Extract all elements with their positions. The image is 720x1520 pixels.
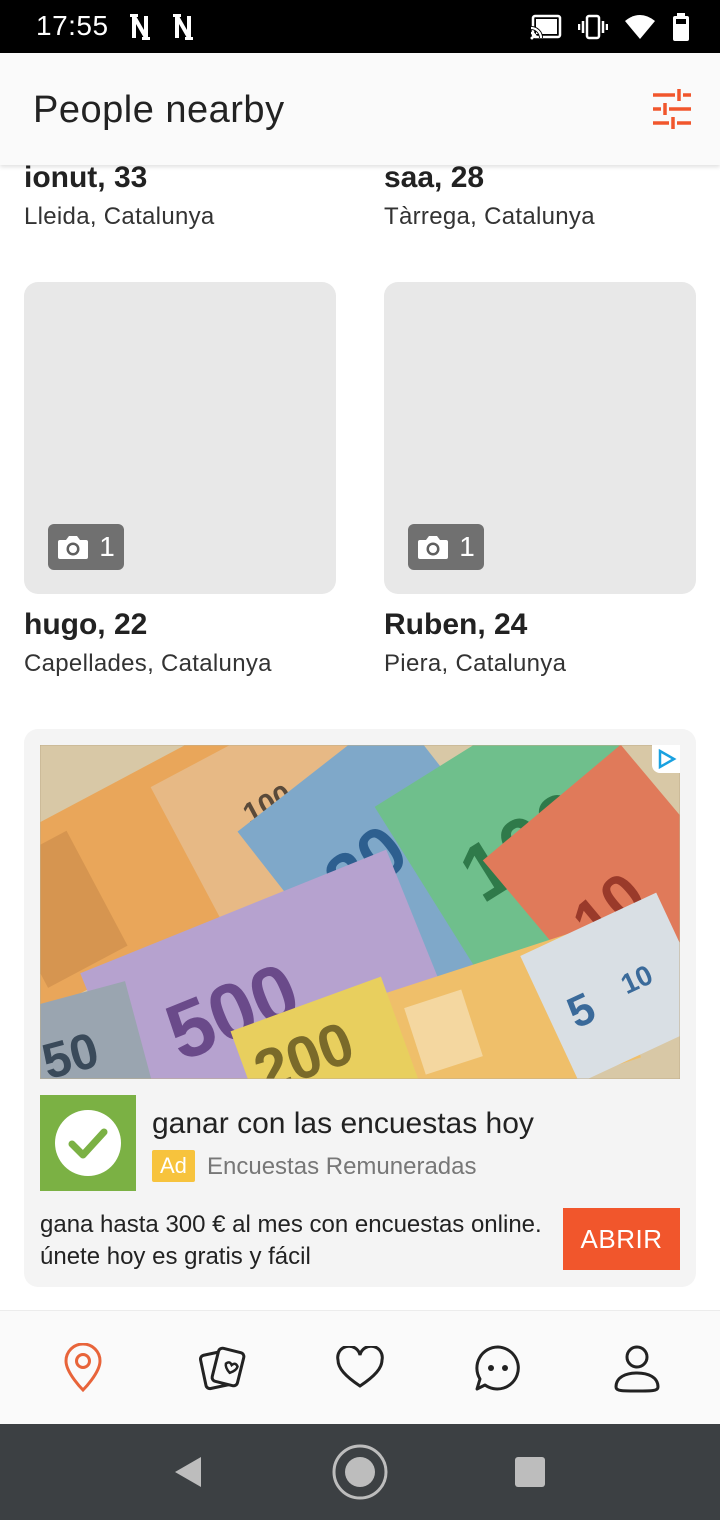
- ad-advertiser-logo[interactable]: [40, 1095, 136, 1191]
- back-triangle-icon: [175, 1457, 201, 1487]
- nav-messages[interactable]: [458, 1328, 538, 1408]
- checkmark-icon: [55, 1110, 121, 1176]
- euro-banknotes-image: 100 20 100 10 500 50 510 200: [40, 745, 680, 1079]
- cast-icon: [530, 14, 562, 40]
- photo-count: 1: [459, 531, 475, 562]
- notification-n-icon: [130, 14, 150, 40]
- person-location: Capellades, Catalunya: [24, 650, 272, 677]
- profile-photo-card[interactable]: 1: [24, 282, 336, 594]
- person-name[interactable]: saa, 28: [384, 165, 484, 195]
- photo-count: 1: [99, 531, 115, 562]
- bottom-navigation: [0, 1310, 720, 1424]
- person-location: Lleida, Catalunya: [24, 203, 215, 230]
- notification-n-icon: [173, 14, 193, 40]
- battery-icon: [673, 13, 689, 41]
- nav-likes[interactable]: [320, 1328, 400, 1408]
- ad-title[interactable]: ganar con las encuestas hoy: [152, 1107, 534, 1141]
- system-navigation-bar: [0, 1424, 720, 1520]
- person-name[interactable]: Ruben, 24: [384, 608, 527, 642]
- person-location: Tàrrega, Catalunya: [384, 203, 595, 230]
- person-name[interactable]: hugo, 22: [24, 608, 147, 642]
- ad-choices-icon[interactable]: [652, 745, 680, 773]
- camera-icon: [58, 536, 89, 559]
- ad-card[interactable]: 100 20 100 10 500 50 510 200 ganar: [24, 729, 696, 1287]
- location-pin-icon: [64, 1342, 102, 1392]
- chat-bubble-icon: [475, 1344, 521, 1390]
- back-button[interactable]: [158, 1442, 218, 1502]
- wifi-icon: [625, 15, 655, 39]
- filter-settings-button[interactable]: [650, 87, 694, 131]
- home-button[interactable]: [330, 1442, 390, 1502]
- nav-people-nearby[interactable]: [43, 1328, 123, 1408]
- ad-image[interactable]: 100 20 100 10 500 50 510 200: [40, 745, 680, 1079]
- person-location: Piera, Catalunya: [384, 650, 567, 677]
- heart-icon: [336, 1345, 384, 1388]
- recents-button[interactable]: [500, 1442, 560, 1502]
- app-header: People nearby: [0, 53, 720, 165]
- profile-photo-card[interactable]: 1: [384, 282, 696, 594]
- photo-count-badge: 1: [48, 524, 124, 570]
- profile-icon: [614, 1345, 660, 1392]
- nav-encounters[interactable]: [182, 1328, 262, 1408]
- person-name[interactable]: ionut, 33: [24, 165, 147, 195]
- home-circle-icon: [332, 1444, 388, 1500]
- people-grid: ionut, 33 Lleida, Catalunya saa, 28 Tàrr…: [0, 165, 720, 1310]
- camera-icon: [418, 536, 449, 559]
- cards-icon: [198, 1346, 245, 1390]
- photo-count-badge: 1: [408, 524, 484, 570]
- ad-description: gana hasta 300 € al mes con encuestas on…: [40, 1211, 542, 1270]
- status-time: 17:55: [36, 10, 109, 41]
- ad-open-button[interactable]: ABRIR: [563, 1208, 680, 1270]
- vibrate-icon: [578, 14, 608, 40]
- recents-square-icon: [515, 1457, 545, 1487]
- status-bar: 17:55: [0, 0, 720, 53]
- ad-label-badge: Ad: [152, 1150, 195, 1182]
- nav-profile[interactable]: [597, 1328, 677, 1408]
- page-title: People nearby: [33, 89, 285, 131]
- ad-advertiser-name: Encuestas Remuneradas: [207, 1153, 477, 1180]
